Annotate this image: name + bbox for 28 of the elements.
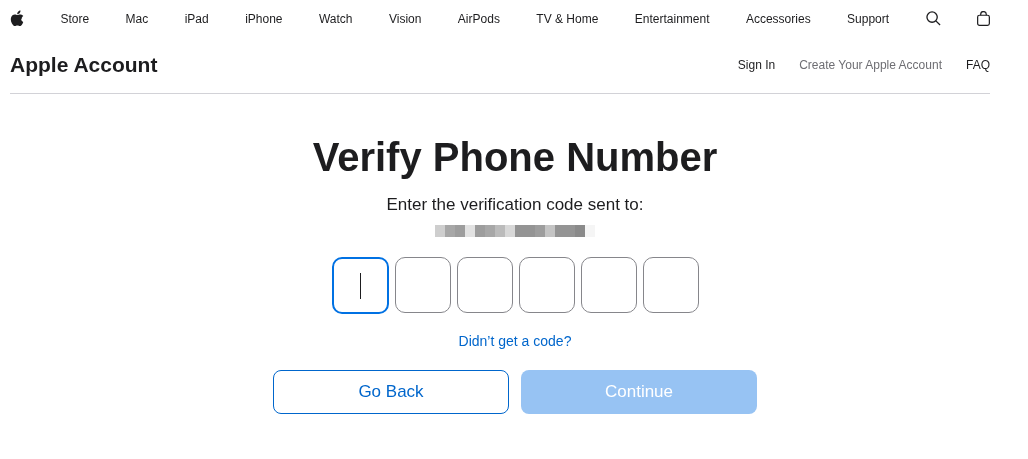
shopping-bag-icon[interactable] [976, 11, 990, 26]
nav-link[interactable]: Store [60, 11, 90, 26]
nav-link[interactable]: AirPods [457, 11, 500, 26]
nav-link[interactable]: iPad [184, 11, 209, 26]
header-link[interactable]: FAQ [966, 58, 990, 72]
nav-link[interactable]: Watch [318, 11, 353, 26]
nav-link[interactable]: Accessories [745, 11, 811, 26]
code-digit-field[interactable] [580, 257, 637, 313]
nav-link[interactable]: TV & Home [536, 11, 599, 26]
instruction-text: Enter the verification code sent to: [386, 195, 644, 215]
back-button[interactable]: Go Back [273, 370, 509, 414]
header-link[interactable]: Create Your Apple Account [799, 58, 942, 72]
nav-link[interactable]: iPhone [245, 11, 283, 26]
code-digit-field[interactable] [456, 257, 513, 313]
nav-link[interactable]: Support [847, 11, 890, 26]
search-icon[interactable] [925, 11, 941, 26]
code-digit-field[interactable] [394, 257, 451, 313]
nav-link[interactable]: Mac [125, 11, 149, 26]
page-heading: Verify Phone Number [312, 134, 718, 181]
resend-code-link[interactable]: Didn’t get a code? [458, 333, 572, 349]
header-link[interactable]: Sign In [737, 58, 776, 72]
code-digit-field[interactable] [518, 257, 575, 313]
code-digit-field[interactable] [642, 257, 699, 313]
apple-logo-icon[interactable] [10, 10, 24, 27]
code-digit-field[interactable] [331, 257, 389, 314]
nav-link[interactable]: Entertainment [634, 11, 710, 26]
nav-link[interactable]: Vision [388, 11, 422, 26]
section-title: Apple Account [10, 53, 158, 77]
